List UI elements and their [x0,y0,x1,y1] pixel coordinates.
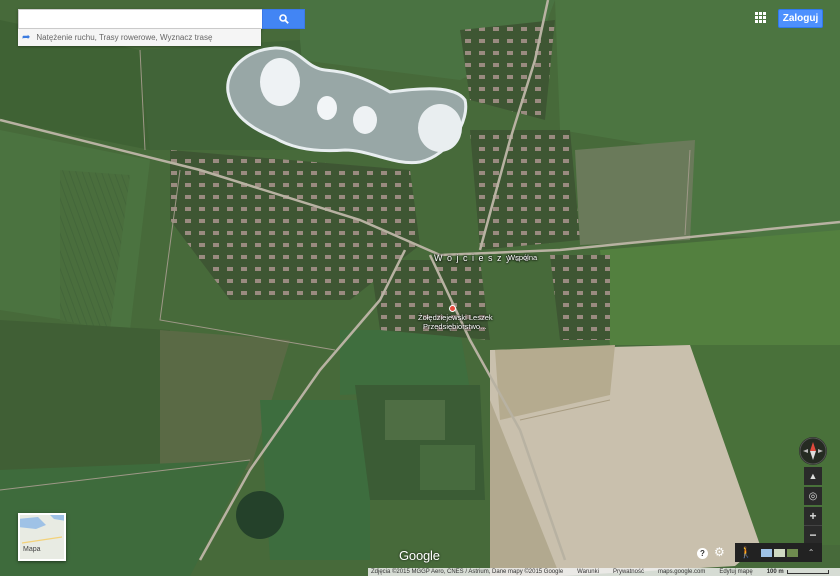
layer-thumb-1[interactable] [760,548,772,557]
attribution-bar: Zdjęcia ©2015 MGGP Aero, CNES / Astrium,… [368,568,840,576]
suggestion-text: Natężenie ruchu, Trasy rowerowe, Wyznacz… [36,33,213,42]
my-location-icon: ◎ [808,490,818,502]
tree-clump [236,491,284,539]
satellite-map[interactable] [0,0,840,576]
search-suggestion[interactable]: ➦ Natężenie ruchu, Trasy rowerowe, Wyzna… [18,29,261,46]
my-location-button[interactable]: ◎ [804,487,822,505]
domain-link[interactable]: maps.google.com [658,569,705,575]
search-box[interactable] [18,9,262,29]
zoom-in-icon: + [809,509,817,523]
allotments [575,140,695,245]
help-icon[interactable]: ? [697,548,708,559]
route-arrow-icon: ➦ [22,32,31,43]
field-bottom-center [260,400,370,560]
terms-link[interactable]: Warunki [577,569,599,575]
business-label-line1[interactable]: Żołędziejewski Leszek [418,313,493,322]
compass-icon[interactable] [799,437,827,465]
business-label-line2[interactable]: Przedsiębiorstwo... [423,322,486,331]
pegman-icon[interactable]: 🚶 [739,546,753,559]
village-south-east [550,255,610,340]
tilt-icon: ▲ [808,471,818,481]
street-label: Wspólna [508,253,538,262]
tilt-button[interactable]: ▲ [804,467,822,485]
lake-glare-3 [353,106,377,134]
thumbnail-map [20,515,64,559]
lake-glare-4 [418,104,462,152]
search-input[interactable] [19,10,261,28]
street-view-bar[interactable]: 🚶 ⌃ [735,543,822,562]
village-center [470,130,580,250]
apps-grid-icon[interactable] [755,12,766,23]
privacy-link[interactable]: Prywatność [613,569,644,575]
farm-inner-2 [420,445,475,490]
layer-thumb-3[interactable] [786,548,798,557]
map-view-thumbnail[interactable]: Mapa [18,513,66,561]
edit-map-link[interactable]: Edytuj mapę [719,569,752,575]
thumbnail-label: Mapa [23,546,41,553]
signin-button[interactable]: Zaloguj [778,9,823,28]
lake-glare-1 [260,58,300,106]
search-button[interactable] [262,9,305,29]
layer-thumb-2[interactable] [773,548,785,557]
business-pin[interactable] [449,305,456,312]
farm-inner [385,400,445,440]
compass-needle [799,437,827,465]
scale-label: 100 m [766,569,784,575]
search-icon [278,14,289,24]
google-logo: Google [399,548,440,563]
zoom-in-button[interactable]: + [804,507,822,525]
zoom-out-icon: − [809,527,817,542]
expand-icon[interactable]: ⌃ [808,548,815,557]
gear-icon[interactable]: ⚙ [714,545,725,559]
lake-glare-2 [317,96,337,120]
scale-bar [786,570,829,574]
attribution-text: Zdjęcia ©2015 MGGP Aero, CNES / Astrium,… [371,569,564,575]
zoom-out-button[interactable]: − [804,525,822,543]
field-right-mid [600,230,840,360]
